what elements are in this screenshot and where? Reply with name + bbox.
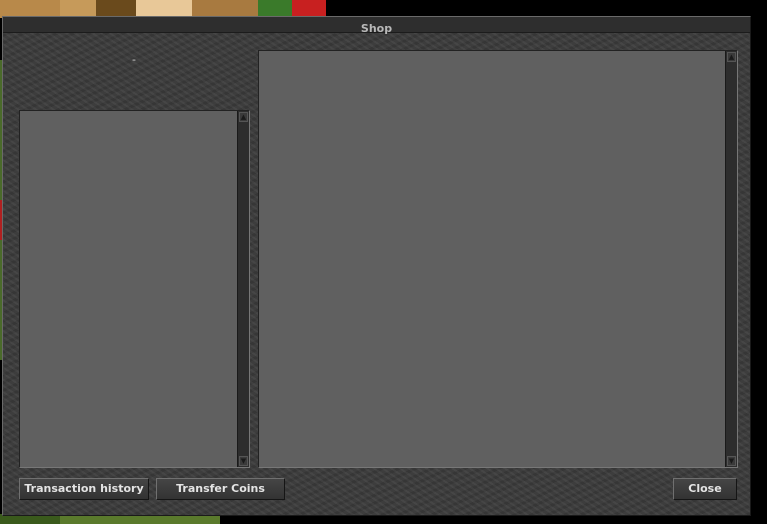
transfer-coins-button[interactable]: Transfer Coins bbox=[156, 478, 285, 500]
offer-list-scrollbar[interactable]: ▲ ▼ bbox=[725, 51, 737, 467]
close-button[interactable]: Close bbox=[673, 478, 737, 500]
window-titlebar[interactable]: Shop bbox=[3, 17, 750, 35]
window-title: Shop bbox=[360, 22, 393, 35]
triangle-up-icon[interactable]: ▲ bbox=[239, 112, 248, 122]
status-text: - bbox=[132, 53, 136, 66]
triangle-up-icon[interactable]: ▲ bbox=[727, 52, 736, 62]
triangle-down-icon[interactable]: ▼ bbox=[727, 456, 736, 466]
transaction-history-button[interactable]: Transaction history bbox=[19, 478, 149, 500]
offer-list-panel[interactable]: ▲ ▼ bbox=[258, 50, 738, 468]
triangle-down-icon[interactable]: ▼ bbox=[239, 456, 248, 466]
category-list-panel[interactable]: ▲ ▼ bbox=[19, 110, 250, 468]
shop-window: Shop - ▲ ▼ ▲ ▼ Transaction history Trans… bbox=[2, 16, 751, 516]
category-list-scrollbar[interactable]: ▲ ▼ bbox=[237, 111, 249, 467]
